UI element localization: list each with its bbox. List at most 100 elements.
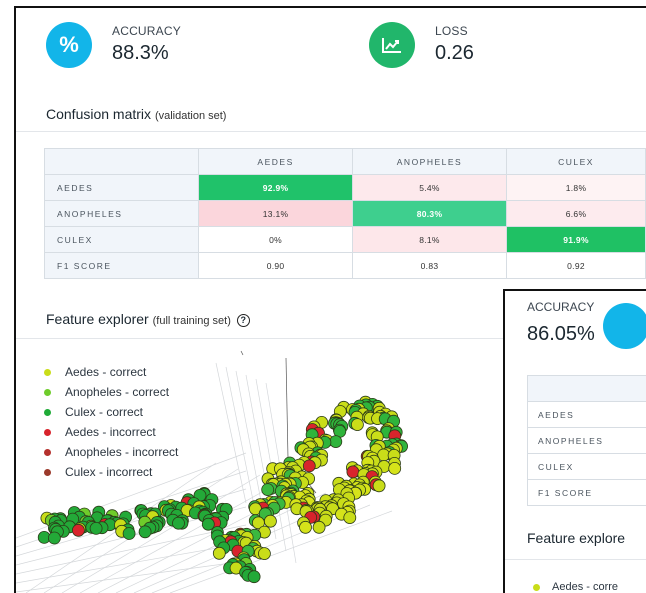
table-row: AEDES 92.9% 5.4% 1.8% <box>43 174 646 201</box>
table-header-row <box>527 375 646 402</box>
confusion-matrix-table: AEDES ANOPHELES CULEX AEDES 92.9% 5.4% 1… <box>43 148 646 279</box>
scatter-legend: Aedes - correct Anopheles - correct Cule… <box>44 362 178 482</box>
table-cell: 1.8% <box>506 174 646 201</box>
help-icon[interactable]: ? <box>236 314 250 327</box>
table-row: ANOPHELES <box>527 427 646 454</box>
legend-item[interactable]: Aedes - incorrect <box>44 422 178 442</box>
row-label: CULEX <box>43 226 200 253</box>
legend-dot <box>44 368 51 376</box>
table-row: AEDES <box>527 401 646 428</box>
row-label: ANOPHELES <box>43 200 200 227</box>
scatter-point <box>72 523 85 537</box>
legend-label: Anopheles - incorrect <box>65 445 179 459</box>
row-label: CULEX <box>527 453 646 480</box>
confusion-matrix-title: Confusion matrix (validation set) <box>46 106 226 122</box>
legend-item[interactable]: Anopheles - incorrect <box>44 442 178 462</box>
legend-item[interactable]: Culex - incorrect <box>44 462 178 482</box>
overlay-confusion-table: AEDES ANOPHELES CULEX F1 SCORE <box>527 375 646 506</box>
percent-icon: % <box>46 22 92 68</box>
divider <box>16 338 504 339</box>
accuracy-label: ACCURACY <box>112 24 181 38</box>
legend-dot <box>44 428 51 436</box>
overlay-panel: ACCURACY 86.05% AEDES ANOPHELES CULEX F1… <box>503 289 646 593</box>
loss-metric: LOSS 0.26 <box>369 22 474 68</box>
divider <box>16 131 646 132</box>
scatter-point <box>299 520 312 534</box>
scatter-point <box>122 527 136 540</box>
legend-label: Culex - correct <box>65 405 144 419</box>
table-header-row: AEDES ANOPHELES CULEX <box>43 148 646 175</box>
scatter-point <box>261 483 275 497</box>
grid-line <box>240 350 244 356</box>
legend-dot <box>533 583 540 591</box>
confusion-matrix-subtitle: (validation set) <box>154 110 227 122</box>
table-cell: 80.3% <box>351 200 508 227</box>
row-label: AEDES <box>527 401 646 428</box>
column-header: ANOPHELES <box>351 148 508 175</box>
table-cell: 6.6% <box>506 200 646 227</box>
legend-label: Culex - incorrect <box>65 465 153 479</box>
column-header: AEDES <box>198 148 353 175</box>
overlay-accuracy-value: 86.05% <box>527 323 595 345</box>
accuracy-value: 88.3% <box>112 42 169 64</box>
legend-dot <box>44 408 51 416</box>
percent-icon <box>603 303 646 349</box>
feature-explorer-title: Feature explorer (full training set) ? <box>46 311 250 327</box>
legend-item[interactable]: Anopheles - correct <box>44 382 178 402</box>
chart-trend-icon <box>369 22 415 68</box>
scatter-point <box>172 516 185 530</box>
overlay-legend-item[interactable]: Aedes - corre <box>533 581 618 593</box>
divider <box>505 559 646 560</box>
scatter-point <box>388 462 402 475</box>
legend-item[interactable]: Aedes - correct <box>44 362 178 382</box>
grid-line <box>215 362 247 504</box>
scatter-point <box>343 511 357 525</box>
scatter-point <box>247 570 261 584</box>
scatter-point <box>372 479 386 493</box>
grid-line <box>285 357 289 459</box>
row-label: AEDES <box>43 174 200 201</box>
table-cell: 5.4% <box>351 174 508 201</box>
loss-label: LOSS <box>435 24 468 38</box>
table-cell: 91.9% <box>506 226 646 253</box>
table-corner <box>43 148 200 175</box>
scatter-point <box>302 459 316 473</box>
table-row: ANOPHELES 13.1% 80.3% 6.6% <box>43 200 646 227</box>
table-cell: 13.1% <box>198 200 353 227</box>
legend-label: Aedes - corre <box>552 581 619 593</box>
accuracy-metric: % ACCURACY 88.3% <box>46 22 181 68</box>
legend-dot <box>44 468 51 476</box>
grid-line <box>16 542 247 584</box>
scatter-point <box>263 514 277 528</box>
table-cell: 8.1% <box>351 226 508 253</box>
scatter-point <box>89 521 103 535</box>
table-row: F1 SCORE 0.90 0.83 0.92 <box>43 252 646 279</box>
feature-explorer-subtitle: (full training set) <box>152 315 231 327</box>
table-cell: 0.83 <box>351 252 508 279</box>
scatter-point <box>329 435 343 448</box>
legend-dot <box>44 388 51 396</box>
legend-item[interactable]: Culex - correct <box>44 402 178 422</box>
table-row: CULEX 0% 8.1% 91.9% <box>43 226 646 253</box>
overlay-feature-explorer-title: Feature explore <box>527 530 626 546</box>
confusion-matrix-title-text: Confusion matrix <box>46 106 152 122</box>
row-label: ANOPHELES <box>527 427 646 454</box>
scatter-point <box>346 465 360 479</box>
scatter-point <box>138 525 152 539</box>
scatter-point <box>212 546 226 560</box>
table-corner <box>527 375 646 402</box>
table-cell: 92.9% <box>198 174 353 201</box>
legend-dot <box>44 448 51 456</box>
legend-label: Anopheles - correct <box>65 385 170 399</box>
table-row: F1 SCORE <box>527 479 646 506</box>
column-header: CULEX <box>506 148 646 175</box>
scatter-point <box>257 547 271 561</box>
scatter-point <box>350 418 364 431</box>
scatter-point <box>48 531 61 545</box>
table-row: CULEX <box>527 453 646 480</box>
row-label: F1 SCORE <box>43 252 200 279</box>
legend-label: Aedes - correct <box>65 365 147 379</box>
feature-explorer-title-text: Feature explorer <box>46 311 149 327</box>
table-cell: 0% <box>198 226 353 253</box>
legend-label: Aedes - incorrect <box>65 425 156 439</box>
